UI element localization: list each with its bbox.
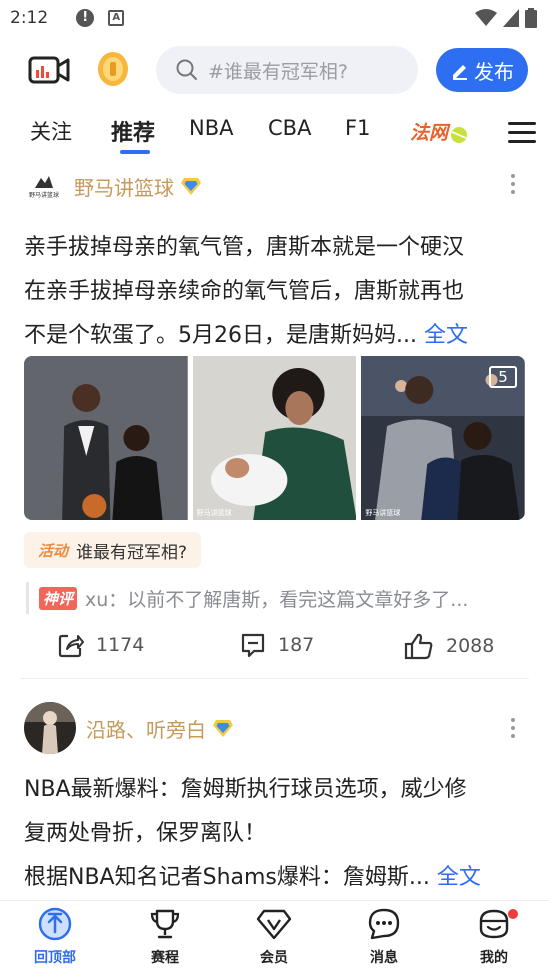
active-tab-indicator — [120, 150, 150, 154]
full-text-link[interactable]: 全文 — [424, 323, 468, 348]
publish-label: 发布 — [474, 59, 514, 84]
author-name[interactable]: 沿路、听旁白 — [86, 714, 206, 743]
post-line-last: 不是个软蛋了。5月26日，是唐斯妈妈... 全文 — [24, 314, 524, 358]
post-author-row: 野马讲篮球 野马讲篮球 — [24, 166, 202, 206]
like-count: 2088 — [446, 635, 495, 657]
comment-count: 187 — [278, 634, 315, 656]
avatar[interactable]: 野马讲篮球 — [24, 166, 64, 206]
vip-diamond-icon — [181, 178, 201, 195]
more-icon[interactable] — [511, 174, 517, 198]
nav-messages[interactable]: 消息 — [344, 907, 424, 967]
notification-dot — [508, 909, 518, 919]
post-body[interactable]: 亲手拔掉母亲的氧气管，唐斯本就是一个硬汉 在亲手拔掉母亲续命的氧气管后，唐斯就再… — [24, 226, 524, 358]
trophy-icon — [150, 909, 180, 939]
post-card[interactable]: 沿路、听旁白 NBA最新爆料：詹姆斯执行球员选项，威少修 复两处骨折，保罗离队！… — [0, 700, 549, 900]
nav-label: 我的 — [480, 950, 508, 966]
battery-icon — [525, 8, 537, 28]
nav-label: 回顶部 — [34, 950, 76, 966]
post-image[interactable]: 野马讲篮球 — [192, 356, 357, 520]
signal-icon — [503, 9, 519, 27]
status-time: 2:12 — [10, 8, 49, 28]
wifi-icon — [475, 9, 497, 26]
post-author-row: 沿路、听旁白 — [24, 702, 234, 754]
search-icon — [176, 59, 197, 80]
menu-icon[interactable] — [508, 122, 536, 144]
video-icon[interactable] — [28, 52, 70, 88]
nav-membership[interactable]: 会员 — [234, 907, 314, 967]
comment-icon — [241, 633, 265, 658]
post-line: 亲手拔掉母亲的氧气管，唐斯本就是一个硬汉 — [24, 235, 465, 260]
search-input[interactable]: #谁最有冠军相? — [156, 46, 418, 94]
post-line: 不是个软蛋了。5月26日，是唐斯妈妈... — [24, 323, 417, 348]
tab-nba[interactable]: NBA — [189, 116, 233, 140]
feed: 野马讲篮球 野马讲篮球 亲手拔掉母亲的氧气管，唐斯本就是一个硬汉 在亲手拔掉母亲… — [0, 160, 549, 900]
top-header: #谁最有冠军相? 发布 — [0, 36, 549, 104]
nav-label: 会员 — [260, 950, 288, 966]
activity-tag-row[interactable]: 活动 谁最有冠军相? — [24, 532, 202, 568]
post-line: 根据NBA知名记者Shams爆料：詹姆斯... — [24, 865, 430, 890]
post-line: 在亲手拔掉母亲续命的氧气管后，唐斯就再也 — [24, 279, 465, 304]
author-name[interactable]: 野马讲篮球 — [74, 172, 174, 201]
diamond-icon — [256, 909, 292, 940]
tab-f1[interactable]: F1 — [345, 116, 370, 140]
share-icon — [58, 634, 84, 658]
avatar-text: 野马讲篮球 — [28, 191, 59, 199]
tennis-ball-icon — [451, 127, 467, 143]
activity-label: 活动 — [38, 541, 69, 560]
nav-label: 赛程 — [151, 950, 179, 966]
post-images[interactable]: 野马讲篮球 5 野马讲篮球 — [24, 356, 525, 520]
hot-comment-tag: 神评 — [39, 586, 78, 610]
tab-recommend[interactable]: 推荐 — [111, 115, 155, 147]
share-button[interactable]: 1174 — [58, 632, 144, 658]
nav-label: 消息 — [370, 950, 398, 966]
avatar[interactable] — [24, 702, 76, 754]
more-icon[interactable] — [511, 718, 517, 742]
image-count-badge: 5 — [489, 366, 518, 388]
status-bar: 2:12 ! A — [0, 0, 549, 36]
hot-comment-text: xu：以前不了解唐斯，看完这篇文章好多了... — [85, 588, 469, 611]
nav-back-to-top[interactable]: 回顶部 — [15, 907, 95, 967]
publish-button[interactable]: 发布 — [436, 48, 528, 92]
image-watermark: 野马讲篮球 — [365, 509, 401, 517]
logo-icon — [35, 175, 53, 188]
message-icon — [368, 908, 400, 940]
post-divider — [20, 678, 529, 679]
pen-icon — [453, 65, 467, 80]
activity-text: 谁最有冠军相? — [76, 542, 188, 563]
post-image[interactable] — [24, 356, 188, 520]
bottom-nav: 回顶部 赛程 会员 消息 我的 — [0, 900, 549, 977]
thumbs-up-icon — [404, 633, 433, 660]
a-icon: A — [108, 10, 125, 26]
alert-icon: ! — [76, 9, 95, 27]
vip-diamond-icon — [213, 720, 233, 737]
tab-cba[interactable]: CBA — [268, 116, 311, 140]
post-card[interactable]: 野马讲篮球 野马讲篮球 亲手拔掉母亲的氧气管，唐斯本就是一个硬汉 在亲手拔掉母亲… — [0, 160, 549, 680]
nav-profile[interactable]: 我的 — [454, 907, 534, 967]
comment-button[interactable]: 187 — [240, 632, 314, 658]
hot-comment[interactable]: 神评 xu：以前不了解唐斯，看完这篇文章好多了... — [26, 582, 516, 614]
post-line: 复两处骨折，保罗离队！ — [24, 821, 267, 846]
post-body[interactable]: NBA最新爆料：詹姆斯执行球员选项，威少修 复两处骨折，保罗离队！ 根据NBA知… — [24, 768, 524, 900]
tab-french-open[interactable]: 法网 — [410, 118, 448, 145]
post-image[interactable]: 5 野马讲篮球 — [361, 356, 525, 520]
image-watermark: 野马讲篮球 — [196, 509, 232, 517]
post-line: NBA最新爆料：詹姆斯执行球员选项，威少修 — [24, 777, 467, 802]
post-line-last: 根据NBA知名记者Shams爆料：詹姆斯... 全文 — [24, 856, 524, 900]
channel-tabs: 关注 推荐 NBA CBA F1 法网 — [0, 104, 549, 160]
search-placeholder: #谁最有冠军相? — [208, 60, 349, 83]
profile-icon — [479, 909, 509, 939]
tab-follow[interactable]: 关注 — [30, 116, 72, 146]
coin-icon[interactable] — [96, 50, 130, 88]
share-count: 1174 — [96, 634, 145, 656]
full-text-link[interactable]: 全文 — [437, 865, 481, 890]
status-right-icons — [475, 8, 537, 28]
like-button[interactable]: 2088 — [404, 632, 494, 660]
nav-schedule[interactable]: 赛程 — [125, 907, 205, 967]
post-actions: 1174 187 2088 — [0, 626, 549, 666]
back-to-top-icon — [38, 907, 72, 941]
